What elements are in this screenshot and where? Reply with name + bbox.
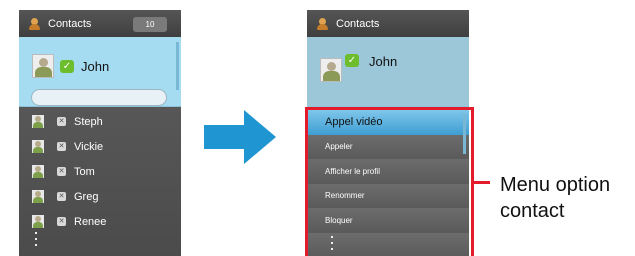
contacts-header: Contacts — [307, 10, 469, 37]
contact-row[interactable]: ✕ Steph — [19, 109, 181, 134]
avatar — [32, 165, 44, 178]
contact-name: Vickie — [74, 140, 104, 153]
contacts-header: Contacts 10 — [19, 10, 181, 37]
contact-row[interactable]: ✕ Vickie — [19, 134, 181, 159]
menu-highlight-frame — [305, 107, 474, 256]
selected-contact-name: John — [369, 54, 398, 69]
annotation-line-2: contact — [500, 200, 565, 222]
selected-contact-row[interactable]: ✓ John — [19, 37, 181, 107]
contact-row[interactable]: ✕ Tom — [19, 159, 181, 184]
right-arrow-icon — [204, 110, 279, 170]
online-status-icon: ✓ — [345, 54, 359, 67]
avatar — [32, 140, 44, 153]
status-message-input[interactable] — [31, 89, 167, 106]
more-ellipsis-icon — [35, 232, 38, 250]
offline-status-icon: ✕ — [57, 167, 66, 176]
contact-name: Greg — [74, 190, 99, 203]
avatar — [32, 190, 44, 203]
contact-list: ✕ Steph ✕ Vickie ✕ Tom ✕ Greg ✕ Renee — [19, 109, 181, 234]
offline-status-icon: ✕ — [57, 217, 66, 226]
contact-name: Steph — [74, 115, 103, 128]
avatar — [32, 115, 44, 128]
offline-status-icon: ✕ — [57, 142, 66, 151]
contacts-icon — [29, 17, 40, 30]
selected-contact-name: John — [81, 59, 110, 74]
offline-status-icon: ✕ — [57, 117, 66, 126]
contacts-title: Contacts — [336, 17, 380, 30]
scrollbar[interactable] — [176, 42, 179, 90]
avatar — [320, 58, 342, 82]
contacts-count-badge: 10 — [133, 17, 167, 32]
avatar — [32, 215, 44, 228]
annotation-label: Menu option contact — [500, 172, 610, 224]
contacts-title: Contacts — [48, 17, 92, 30]
annotation-connector — [474, 181, 490, 184]
contact-row[interactable]: ✕ Greg — [19, 184, 181, 209]
contact-name: Renee — [74, 215, 107, 228]
contact-row[interactable]: ✕ Renee — [19, 209, 181, 234]
offline-status-icon: ✕ — [57, 192, 66, 201]
selected-contact-row[interactable]: ✓ John — [307, 37, 469, 107]
online-status-icon: ✓ — [60, 60, 74, 73]
contacts-icon — [317, 17, 328, 30]
contact-name: Tom — [74, 165, 95, 178]
annotation-line-1: Menu option — [500, 174, 611, 196]
avatar — [32, 54, 54, 78]
contacts-panel-before: Contacts 10 ✓ John ✕ Steph ✕ Vickie ✕ To… — [19, 10, 181, 256]
